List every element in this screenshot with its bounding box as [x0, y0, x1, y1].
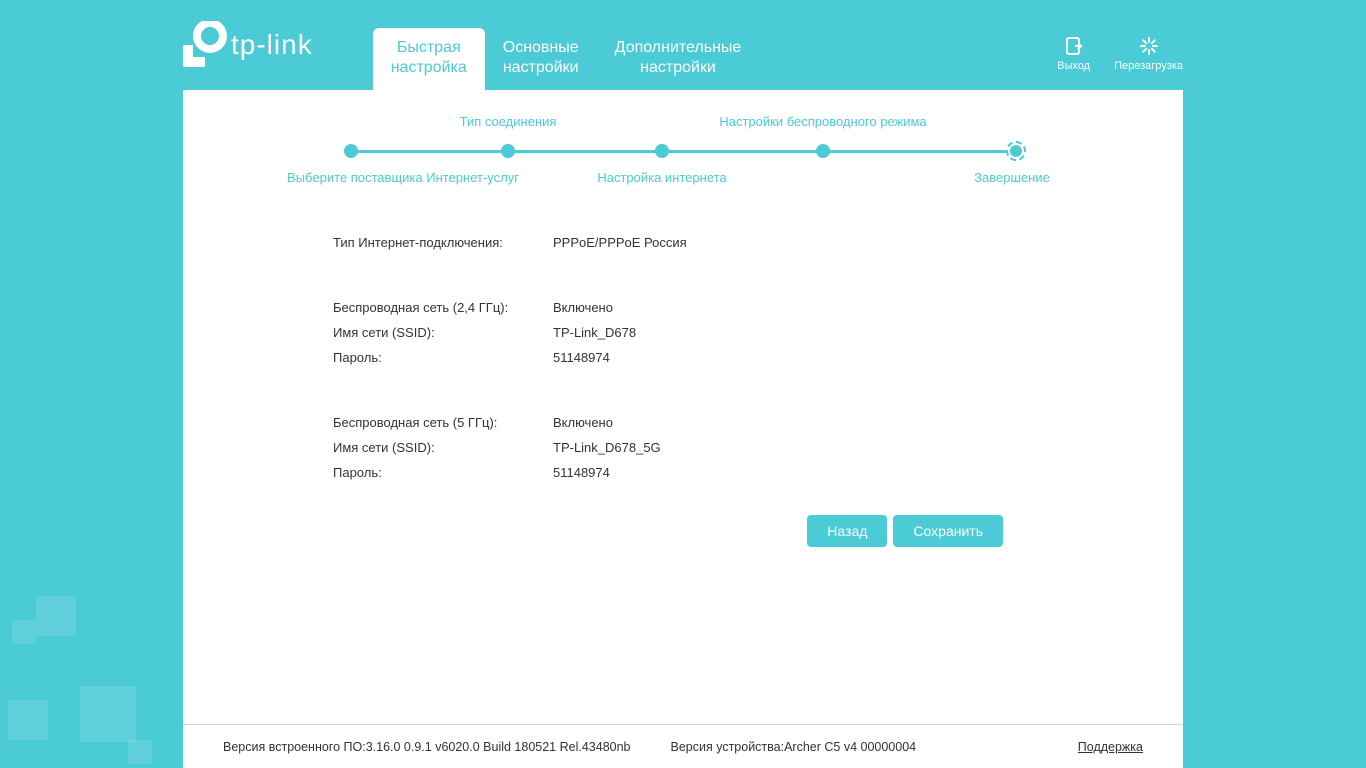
w5-ssid-label: Имя сети (SSID):	[333, 440, 553, 455]
logout-button[interactable]: Выход	[1057, 36, 1090, 72]
row-24-pwd: Пароль: 51148974	[333, 345, 1033, 370]
tab-quick-setup[interactable]: Быстрая настройка	[373, 28, 485, 90]
wizard-steps: Выберите поставщика Интернет-услуг Тип с…	[333, 90, 1033, 180]
row-conn-type: Тип Интернет-подключения: PPPoE/PPPoE Ро…	[333, 230, 1033, 255]
logout-label: Выход	[1057, 60, 1090, 72]
save-button[interactable]: Сохранить	[893, 515, 1003, 547]
wizard-label-1: Выберите поставщика Интернет-услуг	[287, 170, 519, 185]
wizard-node-3[interactable]	[655, 144, 669, 158]
w24-ssid-value: TP-Link_D678	[553, 325, 1033, 340]
reboot-button[interactable]: Перезагрузка	[1114, 36, 1183, 72]
footer: Версия встроенного ПО:3.16.0 0.9.1 v6020…	[183, 724, 1183, 768]
row-24-ssid: Имя сети (SSID): TP-Link_D678	[333, 320, 1033, 345]
row-24-status: Беспроводная сеть (2,4 ГГц): Включено	[333, 295, 1033, 320]
bg-decor	[128, 740, 152, 764]
tab-advanced[interactable]: Дополнительные настройки	[597, 28, 760, 90]
wizard-node-1[interactable]	[344, 144, 358, 158]
w5-value: Включено	[553, 415, 1033, 430]
w24-label: Беспроводная сеть (2,4 ГГц):	[333, 300, 553, 315]
brand-text: tp-link	[231, 29, 313, 61]
hardware-version: Версия устройства:Archer C5 v4 00000004	[671, 740, 917, 754]
w24-value: Включено	[553, 300, 1033, 315]
row-5-status: Беспроводная сеть (5 ГГц): Включено	[333, 410, 1033, 435]
wizard-node-2[interactable]	[501, 144, 515, 158]
tab-basic[interactable]: Основные настройки	[485, 28, 597, 90]
row-5-ssid: Имя сети (SSID): TP-Link_D678_5G	[333, 435, 1033, 460]
conn-type-value: PPPoE/PPPoE Россия	[553, 235, 1033, 250]
conn-type-label: Тип Интернет-подключения:	[333, 235, 553, 250]
w24-ssid-label: Имя сети (SSID):	[333, 325, 553, 340]
bg-decor	[12, 620, 36, 644]
brand-logo: tp-link	[183, 21, 313, 69]
wizard-line	[347, 150, 1019, 153]
bg-decor	[8, 700, 48, 740]
main-panel: Выберите поставщика Интернет-услуг Тип с…	[183, 90, 1183, 724]
w5-pwd-value: 51148974	[553, 465, 1033, 480]
bg-decor	[36, 596, 76, 636]
wizard-label-3: Настройка интернета	[597, 170, 726, 185]
w24-pwd-label: Пароль:	[333, 350, 553, 365]
wizard-label-2: Тип соединения	[460, 114, 557, 129]
wizard-label-4: Настройки беспроводного режима	[719, 114, 926, 129]
w24-pwd-value: 51148974	[553, 350, 1033, 365]
summary-content: Тип Интернет-подключения: PPPoE/PPPoE Ро…	[333, 210, 1033, 485]
reboot-label: Перезагрузка	[1114, 60, 1183, 72]
logout-icon	[1064, 36, 1084, 56]
row-5-pwd: Пароль: 51148974	[333, 460, 1033, 485]
w5-ssid-value: TP-Link_D678_5G	[553, 440, 1033, 455]
bg-decor	[80, 686, 136, 742]
back-button[interactable]: Назад	[807, 515, 887, 547]
w5-label: Беспроводная сеть (5 ГГц):	[333, 415, 553, 430]
support-link[interactable]: Поддержка	[1078, 740, 1143, 754]
wizard-label-5: Завершение	[974, 170, 1050, 185]
wizard-node-5[interactable]	[1006, 141, 1026, 161]
w5-pwd-label: Пароль:	[333, 465, 553, 480]
tplink-icon	[183, 21, 227, 69]
reboot-icon	[1139, 36, 1159, 56]
firmware-version: Версия встроенного ПО:3.16.0 0.9.1 v6020…	[223, 740, 631, 754]
wizard-node-4[interactable]	[816, 144, 830, 158]
